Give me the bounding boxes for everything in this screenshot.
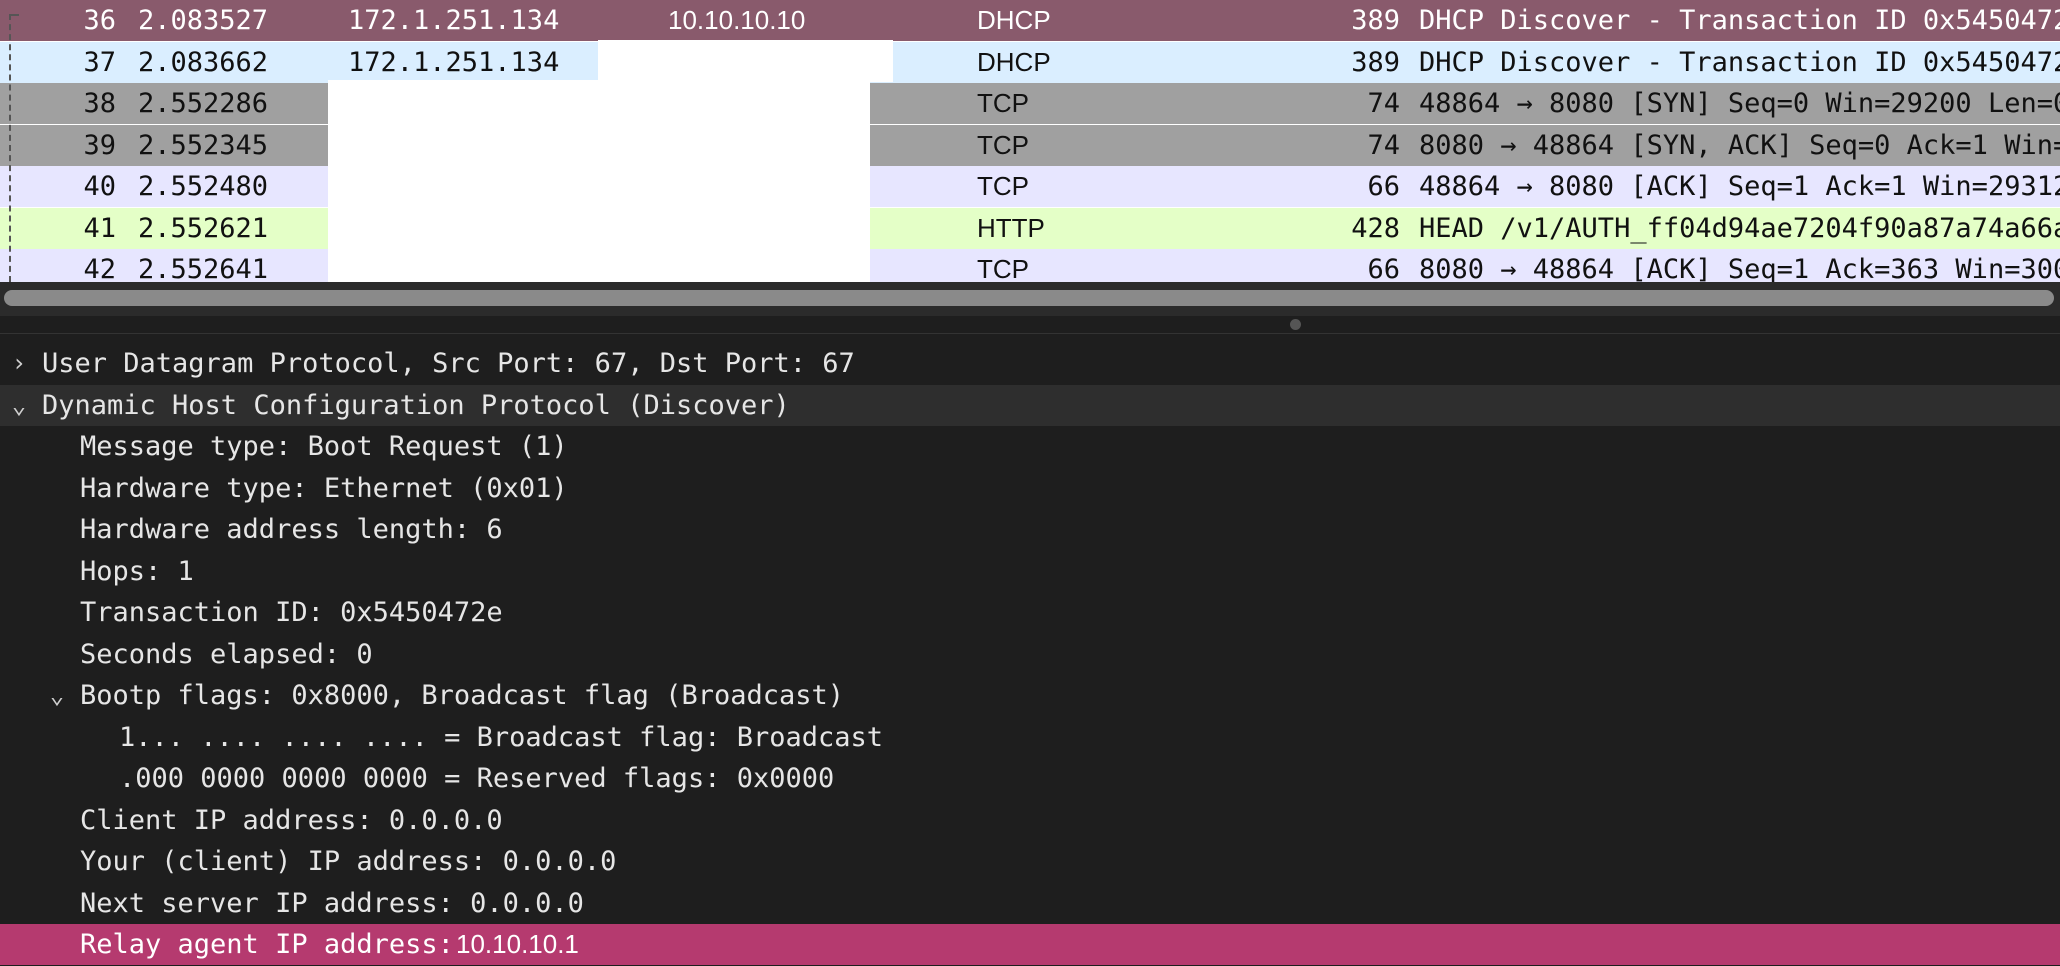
packet-protocol: TCP (977, 88, 1029, 118)
pane-splitter[interactable] (0, 316, 2060, 334)
relay-label: Relay agent IP address: (80, 929, 454, 960)
packet-protocol: DHCP (977, 5, 1051, 35)
packet-details-pane[interactable]: › User Datagram Protocol, Src Port: 67, D… (0, 343, 2060, 966)
packet-row[interactable]: 372.083662172.1.251.13410.10.10.20DHCP38… (0, 42, 2060, 83)
scrollbar-thumb[interactable] (4, 290, 2054, 306)
detail-text: Your (client) IP address: 0.0.0.0 (80, 846, 617, 877)
packet-time: 2.552480 (138, 171, 269, 202)
packet-source: 172.1.251.134 (348, 5, 560, 36)
detail-row[interactable]: Hardware address length: 6 (0, 509, 2060, 550)
packet-number: 40 (83, 171, 116, 202)
packet-info: 48864 → 8080 [ACK] Seq=1 Ack=1 Win=29312… (1419, 171, 2060, 202)
packet-protocol: TCP (977, 171, 1029, 201)
packet-row[interactable]: 40 2.552480 TCP 66 48864 → 8080 [ACK] Seq=1 … (0, 166, 2060, 207)
detail-row[interactable]: Seconds elapsed: 0 (0, 634, 2060, 675)
packet-time: 2.083662 (138, 47, 269, 78)
packet-source: 172.1.251.134 (348, 47, 560, 78)
packet-number: 39 (83, 130, 116, 161)
detail-row-relay-agent[interactable]: Relay agent IP address: 10.10.10.1 (0, 924, 2060, 965)
detail-row[interactable]: .000 0000 0000 0000 = Reserved flags: 0x… (0, 758, 2060, 799)
detail-row[interactable]: Hardware type: Ethernet (0x01) (0, 468, 2060, 509)
detail-row[interactable]: Transaction ID: 0x5450472e (0, 592, 2060, 633)
packet-time: 2.552286 (138, 88, 269, 119)
packet-number: 42 (83, 254, 116, 282)
detail-text: User Datagram Protocol, Src Port: 67, Ds… (42, 348, 855, 379)
packet-length: 389 (1351, 5, 1400, 36)
packet-number: 36 (83, 5, 116, 36)
packet-number: 38 (83, 88, 116, 119)
horizontal-scrollbar[interactable] (0, 282, 2060, 316)
packet-length: 74 (1367, 130, 1400, 161)
packet-protocol: DHCP (977, 47, 1051, 77)
packet-time: 2.552345 (138, 130, 269, 161)
packet-number: 41 (83, 213, 116, 244)
packet-list[interactable]: 36 2.083527 172.1.251.134 10.10.10.10 DHCP 38… (0, 0, 2060, 282)
detail-row[interactable]: Next server IP address: 0.0.0.0 (0, 883, 2060, 924)
packet-destination: 10.10.10.10 (668, 5, 806, 35)
detail-row[interactable]: 1... .... .... .... = Broadcast flag: Br… (0, 717, 2060, 758)
packet-length: 66 (1367, 254, 1400, 282)
packet-row[interactable]: 38 2.552286 TCP 74 48864 → 8080 [SYN] Seq=0 … (0, 83, 2060, 124)
detail-text: Transaction ID: 0x5450472e (80, 597, 503, 628)
packet-info: HEAD /v1/AUTH_ff04d94ae7204f90a87a74a66a… (1419, 213, 2060, 244)
packet-info: DHCP Discover - Transaction ID 0x5450472… (1419, 47, 2060, 78)
packet-time: 2.552621 (138, 213, 269, 244)
packet-time: 2.552641 (138, 254, 269, 282)
detail-text: Bootp flags: 0x8000, Broadcast flag (Bro… (80, 680, 845, 711)
packet-row[interactable]: 39 2.552345 TCP 74 8080 → 48864 [SYN, ACK] S… (0, 125, 2060, 166)
chevron-down-icon[interactable]: ⌄ (4, 385, 34, 426)
conversation-bracket (9, 14, 13, 282)
redaction-block (328, 80, 870, 282)
packet-row[interactable]: 41 2.552621 HTTP 428 HEAD /v1/AUTH_ff04d94ae… (0, 208, 2060, 249)
detail-row[interactable]: Client IP address: 0.0.0.0 (0, 800, 2060, 841)
detail-row[interactable]: ⌄ Dynamic Host Configuration Protocol (Di… (0, 385, 2060, 426)
packet-info: 8080 → 48864 [ACK] Seq=1 Ack=363 Win=300… (1419, 254, 2060, 282)
chevron-right-icon[interactable]: › (4, 343, 34, 384)
detail-text: .000 0000 0000 0000 = Reserved flags: 0x… (119, 763, 835, 794)
detail-row[interactable]: ⌄ Bootp flags: 0x8000, Broadcast flag (Br… (0, 675, 2060, 716)
packet-row[interactable]: 42 2.552641 TCP 66 8080 → 48864 [ACK] Seq=1 … (0, 249, 2060, 282)
detail-text: Message type: Boot Request (1) (80, 431, 568, 462)
detail-text: Hardware type: Ethernet (0x01) (80, 473, 568, 504)
packet-length: 389 (1351, 47, 1400, 78)
detail-text: Next server IP address: 0.0.0.0 (80, 888, 584, 919)
detail-text: Seconds elapsed: 0 (80, 639, 373, 670)
packet-number: 37 (83, 47, 116, 78)
packet-info: DHCP Discover - Transaction ID 0x5450472… (1419, 5, 2060, 36)
detail-row[interactable]: › User Datagram Protocol, Src Port: 67, D… (0, 343, 2060, 384)
packet-info: 8080 → 48864 [SYN, ACK] Seq=0 Ack=1 Win=… (1419, 130, 2060, 161)
packet-protocol: TCP (977, 130, 1029, 160)
packet-time: 2.083527 (138, 5, 269, 36)
detail-text: 1... .... .... .... = Broadcast flag: Br… (119, 722, 884, 753)
packet-length: 74 (1367, 88, 1400, 119)
detail-text: Dynamic Host Configuration Protocol (Dis… (42, 390, 790, 421)
detail-text: Hardware address length: 6 (80, 514, 503, 545)
packet-protocol: HTTP (977, 213, 1045, 243)
packet-length: 66 (1367, 171, 1400, 202)
packet-protocol: TCP (977, 254, 1029, 282)
packet-info: 48864 → 8080 [SYN] Seq=0 Win=29200 Len=0… (1419, 88, 2060, 119)
packet-row[interactable]: 36 2.083527 172.1.251.134 10.10.10.10 DHCP 38… (0, 0, 2060, 41)
splitter-handle-icon[interactable] (1290, 319, 1301, 330)
detail-row[interactable]: Hops: 1 (0, 551, 2060, 592)
chevron-down-icon[interactable]: ⌄ (42, 675, 72, 716)
conversation-bracket-tick (9, 14, 19, 16)
detail-text: Hops: 1 (80, 556, 194, 587)
detail-row[interactable]: Message type: Boot Request (1) (0, 426, 2060, 467)
packet-length: 428 (1351, 213, 1400, 244)
detail-text: Client IP address: 0.0.0.0 (80, 805, 503, 836)
relay-value: 10.10.10.1 (456, 929, 579, 959)
detail-row[interactable]: Your (client) IP address: 0.0.0.0 (0, 841, 2060, 882)
redaction-block (598, 40, 893, 82)
